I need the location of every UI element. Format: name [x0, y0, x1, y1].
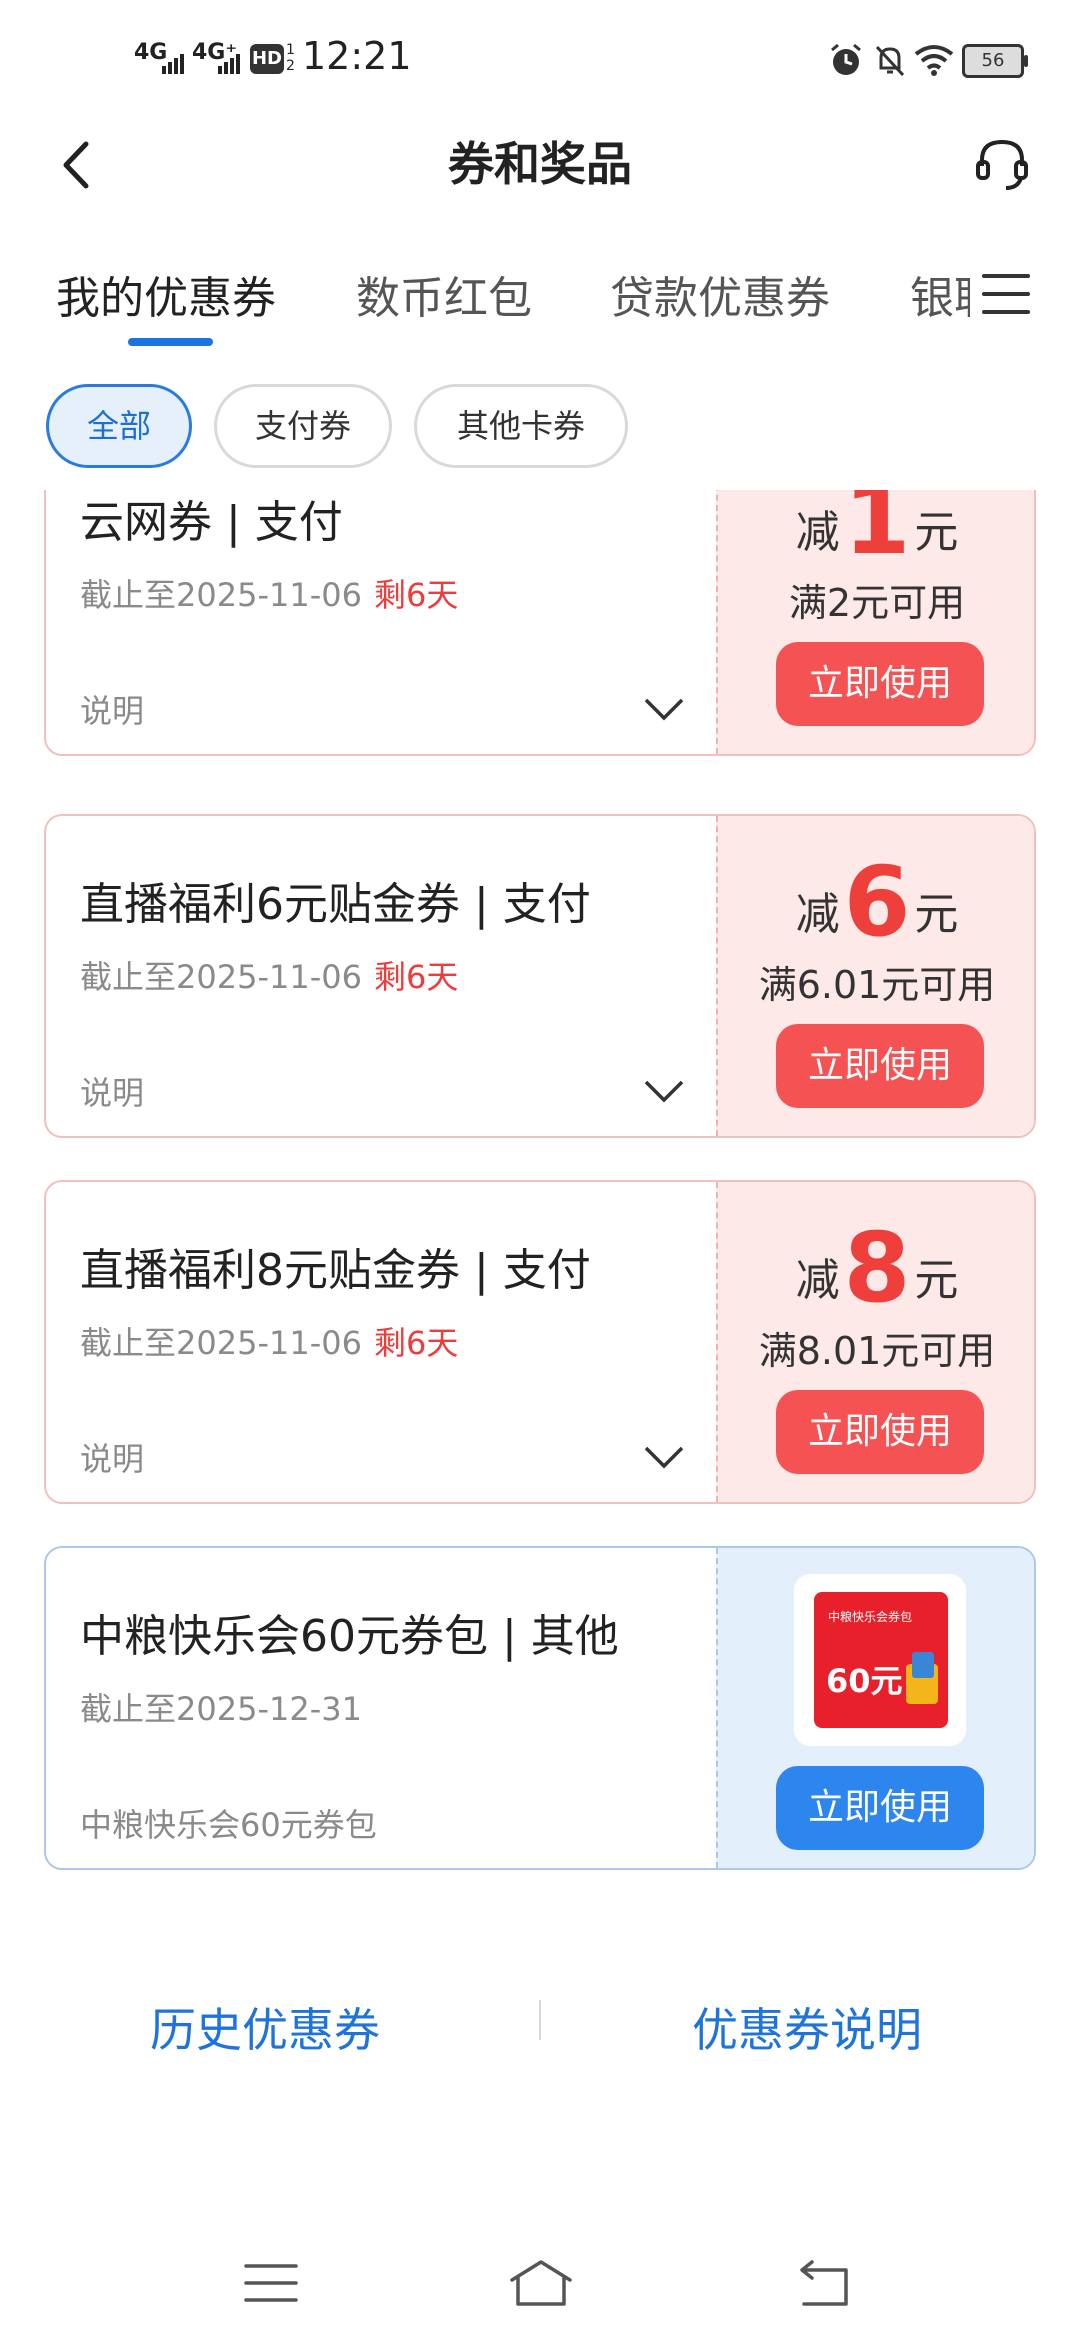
coupon-package-image: 中粮快乐会券包 60元	[794, 1574, 966, 1746]
hd-sub: 1 2	[286, 42, 295, 74]
tab-digital-red-packet[interactable]: 数币红包	[356, 262, 532, 326]
alarm-icon	[831, 43, 861, 75]
use-now-button[interactable]: 立即使用	[776, 1766, 984, 1850]
menu-icon[interactable]	[980, 266, 1032, 322]
use-now-button[interactable]: 立即使用	[776, 1024, 984, 1108]
divider	[539, 2000, 541, 2040]
coupon-card[interactable]: 直播福利6元贴金券 | 支付 截止至2025-11-06 剩6天 说明 减6元 满…	[44, 814, 1036, 1138]
discount-condition: 满6.01元可用	[758, 963, 996, 1007]
coupon-explain-link[interactable]: 优惠券说明	[692, 1994, 922, 2060]
mute-bell-icon	[875, 45, 905, 77]
coupon-list: 云网券 | 支付 截止至2025-11-06 剩6天 说明 减1元 满2元可用 立…	[0, 490, 1080, 1890]
discount-condition: 满2元可用	[788, 581, 966, 625]
filter-other-cards[interactable]: 其他卡券	[414, 384, 628, 468]
coupon-expiry: 截止至2025-11-06 剩6天	[80, 576, 459, 614]
battery-level: 56	[981, 50, 1005, 71]
coupon-card[interactable]: 直播福利8元贴金券 | 支付 截止至2025-11-06 剩6天 说明 减8元 满…	[44, 1180, 1036, 1504]
days-remaining: 剩6天	[373, 576, 459, 614]
signal-bars-icon	[162, 54, 184, 74]
discount-condition: 满8.01元可用	[758, 1329, 996, 1373]
days-remaining: 剩6天	[373, 1324, 459, 1362]
discount-amount: 减6元	[795, 846, 959, 958]
use-now-button[interactable]: 立即使用	[776, 642, 984, 726]
back-nav-icon[interactable]	[790, 2254, 860, 2312]
discount-amount: 减8元	[795, 1212, 959, 1324]
coupon-note: 中粮快乐会60元券包	[80, 1806, 377, 1844]
home-icon[interactable]	[506, 2254, 576, 2312]
clock: 12:21	[302, 34, 412, 78]
coupon-note[interactable]: 说明	[80, 1068, 144, 1114]
coupon-note[interactable]: 说明	[80, 1434, 144, 1480]
recent-apps-icon[interactable]	[236, 2254, 306, 2312]
coupon-name: 直播福利6元贴金券 | 支付	[80, 879, 591, 930]
coupon-expiry: 截止至2025-11-06 剩6天	[80, 1324, 459, 1362]
coupon-expiry: 截止至2025-11-06 剩6天	[80, 958, 459, 996]
battery-icon: 56	[962, 44, 1028, 78]
coupon-expiry: 截止至2025-12-31	[80, 1690, 362, 1728]
status-bar: 4G 4G⁺ HD 1 2 12:21 56	[0, 0, 1080, 110]
coupon-card[interactable]: 中粮快乐会60元券包 | 其他 截止至2025-12-31 中粮快乐会60元券包…	[44, 1546, 1036, 1870]
coupon-name: 直播福利8元贴金券 | 支付	[80, 1245, 591, 1296]
filter-all[interactable]: 全部	[46, 384, 192, 468]
tab-unionpay[interactable]: 银联	[910, 262, 970, 326]
coupon-name: 中粮快乐会60元券包 | 其他	[80, 1611, 619, 1662]
use-now-button[interactable]: 立即使用	[776, 1390, 984, 1474]
signal-bars-icon	[218, 54, 240, 74]
wifi-icon	[914, 45, 954, 76]
history-coupons-link[interactable]: 历史优惠券	[150, 1994, 380, 2060]
chevron-down-icon[interactable]	[642, 1444, 686, 1470]
coupon-card[interactable]: 云网券 | 支付 截止至2025-11-06 剩6天 说明 减1元 满2元可用 立…	[44, 490, 1036, 756]
coupon-name: 云网券 | 支付	[80, 497, 343, 548]
coupon-note[interactable]: 说明	[80, 686, 144, 732]
customer-service-icon[interactable]	[970, 132, 1034, 196]
filter-payment[interactable]: 支付券	[214, 384, 392, 468]
chevron-down-icon[interactable]	[642, 696, 686, 722]
package-image-label: 中粮快乐会券包	[828, 1610, 913, 1624]
days-remaining: 剩6天	[373, 958, 459, 996]
hd-badge: HD	[250, 44, 284, 74]
tab-my-coupons[interactable]: 我的优惠券	[56, 262, 276, 326]
discount-amount: 减1元	[795, 490, 959, 576]
active-tab-indicator	[128, 338, 213, 346]
tab-loan-coupons[interactable]: 贷款优惠券	[610, 262, 830, 326]
tab-bar: 我的优惠券 数币红包 贷款优惠券 银联	[0, 250, 970, 350]
package-image-value: 60元	[826, 1662, 903, 1700]
page-title: 券和奖品	[448, 137, 632, 191]
chevron-down-icon[interactable]	[642, 1078, 686, 1104]
